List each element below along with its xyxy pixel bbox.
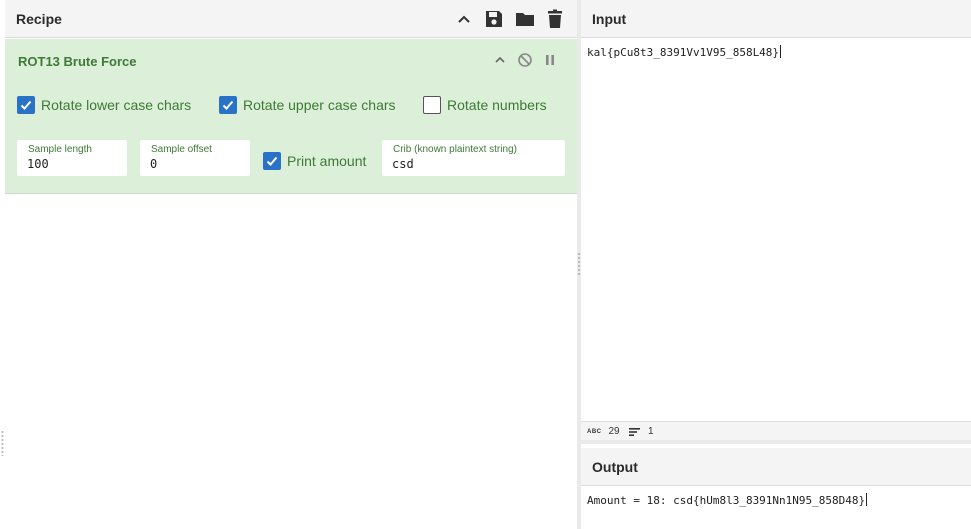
rotate-lower-label: Rotate lower case chars bbox=[41, 97, 192, 113]
recipe-header: Recipe bbox=[5, 0, 577, 38]
rotate-numbers-checkbox[interactable] bbox=[423, 96, 441, 114]
operation-title: ROT13 Brute Force bbox=[18, 54, 137, 69]
output-title: Output bbox=[592, 459, 638, 475]
rotate-numbers-option[interactable]: Rotate numbers bbox=[423, 96, 547, 114]
sample-offset-label: Sample offset bbox=[151, 144, 212, 155]
lines-icon bbox=[629, 427, 640, 436]
output-header: Output bbox=[581, 448, 971, 486]
line-count: 1 bbox=[629, 426, 654, 437]
recipe-panel: Recipe ROT13 Brute Force Rotate lower ca… bbox=[5, 0, 577, 529]
save-icon[interactable] bbox=[483, 8, 505, 30]
rotate-lower-option[interactable]: Rotate lower case chars bbox=[17, 96, 191, 114]
rotate-numbers-label: Rotate numbers bbox=[447, 97, 547, 113]
pause-icon[interactable] bbox=[542, 52, 558, 68]
resize-grip bbox=[1, 430, 4, 456]
sample-offset-field[interactable]: Sample offset bbox=[140, 140, 250, 176]
rotate-lower-checkbox[interactable] bbox=[17, 96, 35, 114]
operation-rot13-brute-force[interactable]: ROT13 Brute Force Rotate lower case char… bbox=[5, 39, 577, 194]
char-count: ABC 29 bbox=[587, 426, 620, 437]
char-count-value: 29 bbox=[608, 426, 620, 437]
sample-length-input[interactable] bbox=[27, 157, 115, 171]
sample-length-label: Sample length bbox=[28, 144, 92, 155]
input-panel: Input kal{pCu8t3_8391Vv1V95_858L48} ABC … bbox=[581, 0, 971, 440]
print-amount-checkbox[interactable] bbox=[263, 152, 281, 170]
input-status-bar: ABC 29 1 bbox=[581, 421, 971, 440]
input-text: kal{pCu8t3_8391Vv1V95_858L48} bbox=[587, 46, 780, 59]
recipe-title: Recipe bbox=[16, 11, 62, 27]
print-amount-option[interactable]: Print amount bbox=[263, 152, 366, 170]
abc-icon: ABC bbox=[587, 428, 602, 435]
crib-input[interactable] bbox=[392, 157, 539, 171]
text-cursor bbox=[780, 45, 782, 58]
chevron-up-icon[interactable] bbox=[492, 52, 508, 68]
output-text: Amount = 18: csd{hUm8l3_8391Nn1N95_858D4… bbox=[587, 494, 866, 507]
rotate-upper-label: Rotate upper case chars bbox=[243, 97, 396, 113]
trash-icon[interactable] bbox=[544, 8, 566, 30]
output-panel: Output Amount = 18: csd{hUm8l3_8391Nn1N9… bbox=[581, 444, 971, 529]
crib-field[interactable]: Crib (known plaintext string) bbox=[382, 140, 565, 176]
input-title: Input bbox=[592, 11, 627, 27]
line-count-value: 1 bbox=[648, 426, 654, 437]
input-textarea[interactable]: kal{pCu8t3_8391Vv1V95_858L48} bbox=[587, 45, 782, 59]
sample-length-field[interactable]: Sample length bbox=[17, 140, 127, 176]
crib-label: Crib (known plaintext string) bbox=[393, 144, 517, 155]
input-header: Input bbox=[581, 0, 971, 38]
cyberchef-app: Recipe ROT13 Brute Force Rotate lower ca… bbox=[0, 0, 971, 529]
rotate-upper-checkbox[interactable] bbox=[219, 96, 237, 114]
disable-icon[interactable] bbox=[517, 52, 533, 68]
output-textarea[interactable]: Amount = 18: csd{hUm8l3_8391Nn1N95_858D4… bbox=[587, 493, 868, 507]
chevron-up-icon[interactable] bbox=[453, 8, 475, 30]
text-cursor bbox=[866, 493, 868, 506]
sample-offset-input[interactable] bbox=[150, 157, 238, 171]
folder-icon[interactable] bbox=[514, 8, 536, 30]
print-amount-label: Print amount bbox=[287, 153, 367, 169]
rotate-upper-option[interactable]: Rotate upper case chars bbox=[219, 96, 396, 114]
